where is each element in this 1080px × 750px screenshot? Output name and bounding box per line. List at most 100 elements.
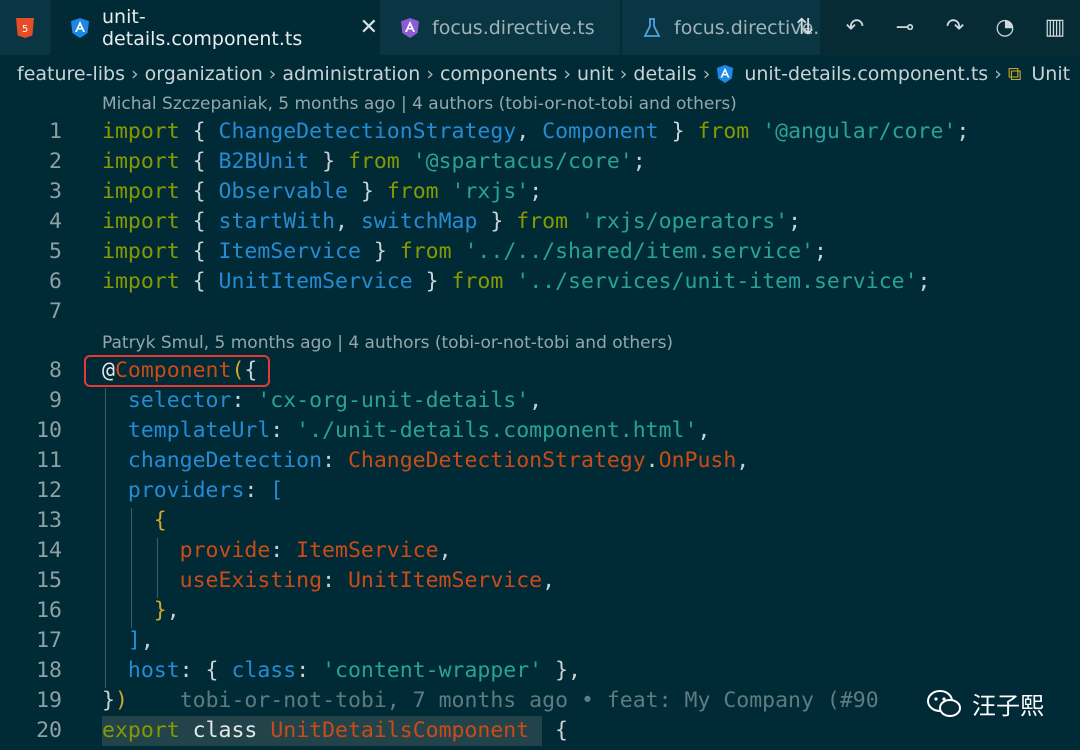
code-token: ,	[335, 209, 361, 234]
breadcrumb-item[interactable]: Unit	[1031, 63, 1070, 85]
code-line: 2 import { B2BUnit } from '@spartacus/cor…	[0, 147, 1080, 177]
code-token: import	[102, 119, 180, 144]
line-number: 15	[36, 568, 62, 593]
angular-icon	[70, 17, 90, 39]
class-symbol-icon: ⧉	[1007, 62, 1022, 85]
code-token: ;	[632, 149, 646, 174]
line-number: 11	[36, 448, 62, 473]
git-history-icon[interactable]: ◔	[980, 15, 1030, 40]
watermark-text: 汪子熙	[972, 692, 1044, 720]
code-token: class	[231, 658, 297, 683]
line-number: 2	[49, 149, 62, 174]
git-blame-codelens[interactable]: Michal Szczepaniak, 5 months ago | 4 aut…	[102, 92, 737, 116]
code-token: ,	[166, 598, 180, 623]
code-editor[interactable]: Michal Szczepaniak, 5 months ago | 4 aut…	[0, 92, 1080, 750]
code-line: 16 },	[0, 596, 1080, 626]
code-line: 6 import { UnitItemService } from '../ser…	[0, 267, 1080, 297]
code-token: {	[102, 506, 167, 536]
line-number: 5	[49, 239, 62, 264]
code-token: [	[270, 478, 284, 503]
code-line: 13 {	[0, 506, 1080, 536]
compare-changes-icon[interactable]: ⇅	[780, 15, 830, 40]
close-icon[interactable]: ✕	[360, 15, 378, 40]
breadcrumb-item[interactable]: unit-details.component.ts	[744, 63, 988, 85]
code-token: }	[153, 598, 167, 623]
editor-actions: ⇅ ↶ ⊸ ↷ ◔ ▥	[780, 0, 1080, 55]
code-token: {	[179, 269, 219, 294]
code-token: :	[270, 538, 297, 563]
chevron-right-icon: ›	[563, 62, 571, 85]
code-token: selector	[127, 388, 232, 413]
code-token: Observable	[218, 179, 348, 204]
next-revision-icon[interactable]: ↷	[930, 15, 980, 40]
wechat-watermark: 汪子熙	[926, 686, 1044, 721]
split-editor-icon[interactable]: ▥	[1030, 15, 1080, 40]
line-number: 14	[36, 538, 62, 563]
breadcrumb-item[interactable]: unit	[577, 63, 614, 85]
line-number: 7	[49, 299, 62, 324]
code-token: B2BUnit	[218, 149, 310, 174]
code-token: ;	[813, 239, 827, 264]
tab-unit-details-component[interactable]: unit-details.component.ts ✕	[52, 0, 378, 55]
code-token: ,	[697, 418, 711, 443]
code-token: import	[102, 149, 180, 174]
breadcrumb-item[interactable]: details	[633, 63, 696, 85]
line-number: 6	[49, 269, 62, 294]
code-token: '@angular/core'	[762, 119, 957, 144]
code-line: 18 host: { class: 'content-wrapper' },	[0, 656, 1080, 686]
line-number: 9	[49, 388, 62, 413]
git-blame-codelens[interactable]: Patryk Smul, 5 months ago | 4 authors (t…	[102, 331, 673, 355]
code-token: import { startWith, switchMap } from 'rx…	[102, 207, 801, 237]
line-number: 10	[36, 418, 62, 443]
code-token: }	[658, 119, 698, 144]
code-token: :	[231, 388, 258, 413]
breadcrumb-item[interactable]: components	[440, 63, 557, 85]
code-token: }	[102, 688, 115, 713]
code-line: 17 ],	[0, 626, 1080, 656]
code-line: 1 import { ChangeDetectionStrategy, Compo…	[0, 117, 1080, 147]
breadcrumb-item[interactable]: administration	[282, 63, 420, 85]
code-token: '@spartacus/core'	[412, 149, 633, 174]
chevron-right-icon: ›	[994, 62, 1002, 85]
breadcrumb-item[interactable]: organization	[145, 63, 263, 85]
commit-icon[interactable]: ⊸	[880, 15, 930, 40]
code-token: templateUrl	[127, 418, 271, 443]
code-token: UnitItemService	[218, 269, 413, 294]
line-number: 1	[49, 119, 62, 144]
code-line: 15 useExisting: UnitItemService,	[0, 566, 1080, 596]
breadcrumb-item[interactable]: feature-libs	[17, 63, 125, 85]
code-token: {	[179, 149, 219, 174]
code-token: {	[179, 209, 219, 234]
tab-focus-directive[interactable]: focus.directive.ts	[380, 0, 620, 55]
previous-revision-icon[interactable]: ↶	[830, 15, 880, 40]
code-token: import	[102, 179, 180, 204]
code-token: ItemService	[218, 239, 361, 264]
code-line: 9 selector: 'cx-org-unit-details',	[0, 386, 1080, 416]
code-token: from	[451, 269, 504, 294]
code-token: ]	[127, 628, 141, 653]
code-token: ,	[140, 628, 154, 653]
code-token: :	[270, 418, 297, 443]
code-token: {	[179, 119, 219, 144]
tab-html-file[interactable]: 5	[0, 0, 50, 55]
code-token: ,	[438, 538, 452, 563]
code-token: export class UnitDetailsComponent	[102, 716, 543, 746]
code-token: ],	[102, 626, 154, 656]
code-token: {	[555, 718, 568, 743]
code-token: './unit-details.component.html'	[296, 418, 698, 443]
code-token: :	[244, 478, 271, 503]
angular-icon	[716, 64, 734, 84]
chevron-right-icon: ›	[426, 62, 434, 85]
code-token: changeDetection	[127, 448, 323, 473]
code-line: 3 import { Observable } from 'rxjs';	[0, 177, 1080, 207]
code-token: import { B2BUnit } from '@spartacus/core…	[102, 147, 646, 177]
